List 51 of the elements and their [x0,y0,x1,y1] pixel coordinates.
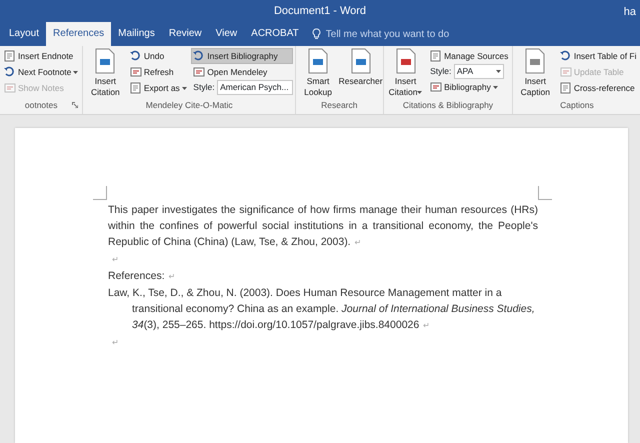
ribbon-button[interactable]: Manage Sources [428,48,510,64]
group-label: Mendeley Cite-O-Matic [146,99,233,111]
ribbon-button[interactable]: Insert Caption [515,48,556,98]
paragraph-mark: ↵ [112,255,119,264]
launcher-icon[interactable] [72,102,78,108]
caret-icon [496,70,501,73]
ribbon-tab[interactable]: ACROBAT [244,22,306,46]
paragraph: References: ↵ [108,269,177,284]
ribbon-tab[interactable]: Layout [2,22,46,46]
ribbon-tab[interactable]: Review [162,22,209,46]
tell-me-field[interactable]: Tell me what you want to do [324,26,484,42]
caret-icon [182,86,187,90]
group-label: Research [321,99,358,111]
ribbon-button[interactable]: Insert Table of Fi [558,48,639,64]
margin-mark [93,186,107,200]
ribbon-button[interactable]: Open Mendeley [191,64,294,80]
style-label: Style: [429,65,452,78]
lightbulb-icon [312,28,321,40]
paragraph: Law, K., Tse, D., & Zhou, N. (2003). Does Human Resource Management matter in a transitional economy? China as an example. Journal of International Business Studies, 34(3), 255–265. https://doi.org/10.1057/palgrave.jibs.8400026 ↵ [108,286,536,333]
user-name[interactable]: ha [624,4,636,20]
paragraph-mark: ↵ [354,238,362,247]
group-label: ootnotes [24,99,58,111]
group-label: Citations & Bibliography [402,99,494,111]
ribbon-button[interactable]: Bibliography [428,79,510,95]
ribbon-button[interactable]: Export as [128,80,189,96]
ribbon-button[interactable]: Insert Endnote [2,48,80,64]
ribbon-button[interactable]: Refresh [128,64,189,80]
caret-icon [417,91,422,94]
ribbon-button[interactable]: Smart Lookup [298,48,338,98]
style-dropdown[interactable]: APA [454,64,504,79]
paragraph-mark: ↵ [168,272,176,281]
ribbon-button[interactable]: Undo [128,48,189,64]
paragraph: This paper investigates the significance of how firms manage their human resources (HRs) within the confines of powerful social institutions in a transitional economy, the People's Republic of China (China) (Law, Tse, & Zhou, 2003). ↵ [108,203,538,250]
style-label: Style: [192,81,215,94]
ribbon-button[interactable]: Insert Bibliography [191,48,294,64]
window-title: Document1 - Word [274,4,366,19]
margin-mark [538,186,552,200]
ribbon-tab[interactable]: View [208,22,244,46]
style-dropdown[interactable]: American Psych... [217,80,294,95]
ribbon-button[interactable]: Cross-reference [558,80,639,96]
group-label: Captions [560,99,594,111]
caret-icon [492,86,498,88]
paragraph-mark: ↵ [112,338,119,347]
ribbon-tab[interactable]: Mailings [111,22,162,46]
ribbon-tab[interactable]: References [46,22,112,46]
paragraph-mark: ↵ [423,321,430,330]
caret-icon [73,70,78,74]
ribbon-button[interactable]: Next Footnote [2,64,80,80]
ribbon-button[interactable]: Researcher [340,48,381,87]
ribbon-button[interactable]: Insert Citation [85,48,126,98]
ribbon-button[interactable]: Insert Citation [386,48,426,98]
